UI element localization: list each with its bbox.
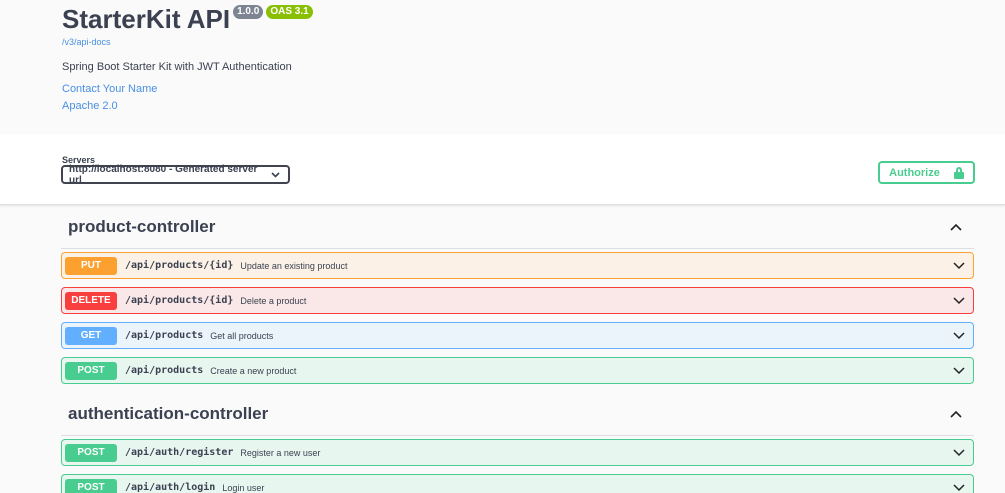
chevron-down-icon[interactable] <box>953 294 965 306</box>
operation-post-product[interactable]: POST /api/products Create a new product <box>61 357 974 384</box>
method-badge: POST <box>65 478 117 493</box>
api-docs-link[interactable]: /v3/api-docs <box>62 37 1005 47</box>
operation-path: /api/products <box>125 365 204 376</box>
chevron-down-icon <box>271 170 280 180</box>
operations-list: product-controller PUT /api/products/{id… <box>0 205 1005 493</box>
operation-summary: Update an existing product <box>240 260 348 271</box>
chevron-down-icon[interactable] <box>953 481 965 493</box>
operation-summary: Login user <box>222 482 265 493</box>
operation-put-product[interactable]: PUT /api/products/{id} Update an existin… <box>61 252 974 279</box>
server-select-value: http://localhost:8080 - Generated server… <box>69 163 258 186</box>
operation-summary: Delete a product <box>240 295 307 306</box>
api-description: Spring Boot Starter Kit with JWT Authent… <box>62 61 292 73</box>
method-badge: GET <box>65 326 117 345</box>
tag-authentication-controller[interactable]: authentication-controller <box>61 392 974 436</box>
operation-path: /api/products <box>125 330 204 341</box>
authorize-button[interactable]: Authorize <box>878 161 975 184</box>
chevron-up-icon[interactable] <box>950 220 962 234</box>
operation-post-login[interactable]: POST /api/auth/login Login user <box>61 474 974 493</box>
tag-title: product-controller <box>68 216 216 236</box>
api-title: StarterKit API <box>62 4 231 34</box>
chevron-down-icon[interactable] <box>953 259 965 271</box>
contact-link[interactable]: Contact Your Name <box>62 83 1005 95</box>
lock-icon <box>953 166 964 179</box>
operation-summary: Create a new product <box>210 365 297 376</box>
operation-summary: Register a new user <box>240 447 321 458</box>
tag-product-controller[interactable]: product-controller <box>61 205 974 249</box>
operation-get-products[interactable]: GET /api/products Get all products <box>61 322 974 349</box>
method-badge: POST <box>65 361 117 380</box>
chevron-up-icon[interactable] <box>950 407 962 421</box>
server-select[interactable]: http://localhost:8080 - Generated server… <box>61 163 290 186</box>
api-info: StarterKit API 1.0.0 OAS 3.1 /v3/api-doc… <box>0 0 1005 134</box>
operation-delete-product[interactable]: DELETE /api/products/{id} Delete a produ… <box>61 287 974 314</box>
tag-title: authentication-controller <box>68 403 269 423</box>
operation-path: /api/products/{id} <box>125 260 234 271</box>
method-badge: POST <box>65 443 117 462</box>
license-link[interactable]: Apache 2.0 <box>62 100 1005 112</box>
oas-badge: OAS 3.1 <box>266 5 313 19</box>
operation-path: /api/auth/login <box>125 482 216 493</box>
operation-path: /api/products/{id} <box>125 295 234 306</box>
method-badge: DELETE <box>65 291 117 310</box>
chevron-down-icon[interactable] <box>953 329 965 341</box>
operation-summary: Get all products <box>210 330 274 341</box>
method-badge: PUT <box>65 256 117 275</box>
authorize-label: Authorize <box>889 166 940 179</box>
operation-post-register[interactable]: POST /api/auth/register Register a new u… <box>61 439 974 466</box>
chevron-down-icon[interactable] <box>953 364 965 376</box>
version-badge: 1.0.0 <box>233 5 264 19</box>
scheme-container: Servers http://localhost:8080 - Generate… <box>0 134 1005 205</box>
chevron-down-icon[interactable] <box>953 446 965 458</box>
operation-path: /api/auth/register <box>125 447 234 458</box>
